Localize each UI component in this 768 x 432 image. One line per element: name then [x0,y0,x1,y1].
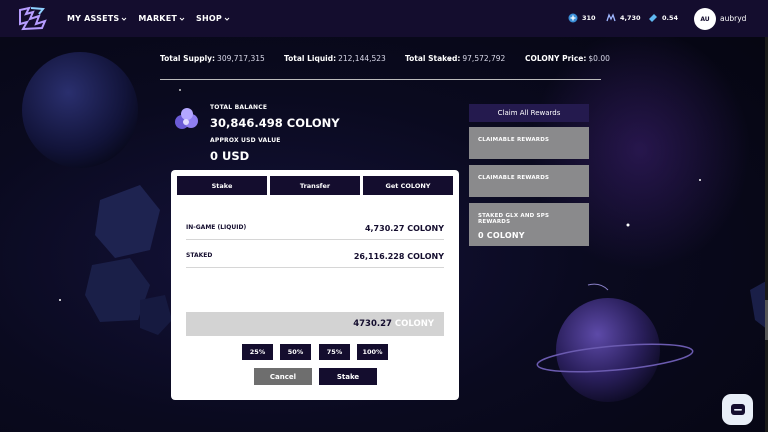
main-nav: MY ASSETS MARKET SHOP [67,0,241,37]
total-staked-value: 97,572,792 [462,54,506,63]
staked-rewards-label: STAKED GLX AND SPS REWARDS [478,213,550,225]
ticket-icon [649,14,657,22]
staked-value: 26,116.228 COLONY [353,252,444,261]
nav-my-assets[interactable]: MY ASSETS [67,14,127,23]
stake-panel: Stake Transfer Get COLONY IN-GAME (LIQUI… [171,170,459,400]
nav-my-assets-label: MY ASSETS [67,14,120,23]
claim-all-rewards-button[interactable]: Claim All Rewards [469,104,589,122]
claimable-rewards-label: CLAIMABLE REWARDS [478,175,550,181]
total-staked: Total Staked: 97,572,792 [405,54,505,63]
staked-label: STAKED [186,252,213,259]
total-balance-label: TOTAL BALANCE [210,104,268,111]
claimable-rewards-box: CLAIMABLE REWARDS [469,127,589,159]
usd-value: 0 USD [210,149,250,163]
total-supply-label: Total Supply: [160,54,216,63]
stat-plus-badge[interactable]: 310 [568,13,596,23]
username[interactable]: aubryd [720,14,746,23]
percent-50-button[interactable]: 50% [280,344,311,360]
stat-ticket[interactable]: 0.54 [648,13,678,23]
divider [160,79,601,80]
top-navigation-bar: MY ASSETS MARKET SHOP 310 4,730 0.54 AU … [0,0,768,37]
plus-badge-icon [568,13,578,23]
divider [186,267,444,268]
total-liquid-label: Total Liquid: [284,54,337,63]
colony-price-value: $0.00 [588,54,610,63]
total-balance-value: 30,846.498 COLONY [210,116,340,130]
stat-ticket-value: 0.54 [662,14,679,22]
total-supply-value: 309,717,315 [217,54,265,63]
percent-75-button[interactable]: 75% [319,344,350,360]
chevron-down-icon [179,17,185,21]
genesis-league-logo-icon[interactable] [17,6,49,31]
tab-stake[interactable]: Stake [177,176,267,195]
chevron-down-icon [122,17,127,21]
amount-value: 4730.27 [353,319,392,329]
total-supply: Total Supply: 309,717,315 [160,54,265,63]
amount-unit: COLONY [394,319,434,329]
tab-transfer[interactable]: Transfer [270,176,360,195]
liquid-label: IN-GAME (LIQUID) [186,224,247,231]
stat-credits[interactable]: 4,730 [606,13,641,23]
liquid-value: 4,730.27 COLONY [364,224,444,233]
claimable-rewards-label: CLAIMABLE REWARDS [478,137,550,143]
divider [186,239,444,240]
nav-shop[interactable]: SHOP [196,14,230,23]
cancel-button[interactable]: Cancel [254,368,312,385]
nav-shop-label: SHOP [196,14,222,23]
chat-widget-button[interactable] [722,394,753,425]
colony-price-label: COLONY Price: [525,54,587,63]
claimable-rewards-box: CLAIMABLE REWARDS [469,165,589,197]
staked-rewards-value: 0 COLONY [478,231,525,240]
amount-input[interactable]: 4730.27 COLONY [186,312,444,336]
chat-icon [730,403,745,415]
total-liquid-value: 212,144,523 [338,54,386,63]
tab-get-colony[interactable]: Get COLONY [363,176,453,195]
usd-value-label: APPROX USD VALUE [210,137,281,144]
colony-price: COLONY Price: $0.00 [525,54,610,63]
stake-button[interactable]: Stake [319,368,377,385]
staked-rewards-box: STAKED GLX AND SPS REWARDS 0 COLONY [469,203,589,246]
chevron-down-icon [224,17,230,21]
total-liquid: Total Liquid: 212,144,523 [284,54,386,63]
avatar[interactable]: AU [694,8,716,30]
colony-token-icon [175,108,198,129]
nav-market[interactable]: MARKET [138,14,185,23]
total-staked-label: Total Staked: [405,54,461,63]
percent-25-button[interactable]: 25% [242,344,273,360]
nav-market-label: MARKET [138,14,178,23]
percent-100-button[interactable]: 100% [357,344,388,360]
stat-credits-value: 4,730 [620,14,641,22]
credits-icon [606,13,616,22]
stat-plus-badge-value: 310 [582,14,596,22]
